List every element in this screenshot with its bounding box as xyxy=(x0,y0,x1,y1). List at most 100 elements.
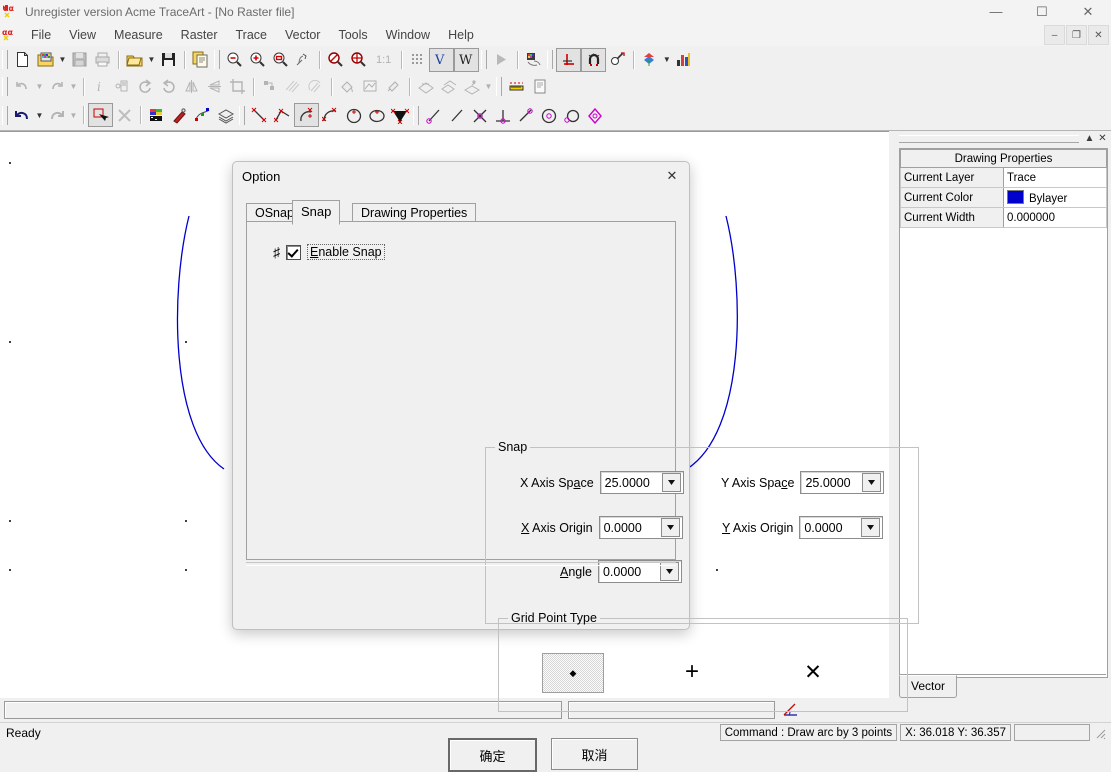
y-axis-origin-combo[interactable]: 0.0000 xyxy=(799,516,883,539)
open-vector-dropdown-arrow[interactable]: ▼ xyxy=(146,49,157,71)
snap-tangent-button[interactable] xyxy=(514,104,537,126)
smooth-button[interactable] xyxy=(281,76,304,98)
despeckle-button[interactable] xyxy=(258,76,281,98)
menu-file[interactable]: File xyxy=(22,25,60,45)
minimize-button[interactable]: — xyxy=(973,0,1019,23)
toolbar-grip[interactable] xyxy=(2,106,8,125)
menu-measure[interactable]: Measure xyxy=(105,25,172,45)
panel-collapse-icon[interactable]: ▲ xyxy=(1083,132,1096,145)
mdi-restore-button[interactable]: ❐ xyxy=(1066,25,1087,45)
menu-help[interactable]: Help xyxy=(439,25,483,45)
toolbar-grip[interactable] xyxy=(547,50,553,69)
y-axis-space-combo[interactable]: 25.0000 xyxy=(800,471,884,494)
toolbar-grip[interactable] xyxy=(413,106,419,125)
chevron-down-icon[interactable] xyxy=(661,518,680,537)
edit-nodes-button[interactable] xyxy=(191,104,214,126)
toolbar-grip[interactable] xyxy=(481,50,487,69)
zoom-out-button[interactable] xyxy=(223,49,246,71)
grid-point-type-x-option[interactable]: ✕ xyxy=(794,653,832,691)
zoom-extents-button[interactable] xyxy=(324,49,347,71)
print-image-button[interactable] xyxy=(91,49,114,71)
menu-window[interactable]: Window xyxy=(377,25,439,45)
chevron-down-icon[interactable] xyxy=(861,518,880,537)
layers-button[interactable] xyxy=(638,49,661,71)
vector-redo-dropdown-arrow[interactable]: ▼ xyxy=(68,104,79,126)
vector-redo-button[interactable] xyxy=(45,104,68,126)
snap-perpendicular-button[interactable] xyxy=(491,104,514,126)
row-value[interactable]: Trace xyxy=(1004,168,1107,188)
report-button[interactable] xyxy=(528,76,551,98)
draw-arc-3-points-button[interactable] xyxy=(294,103,319,127)
layers-dropdown-arrow[interactable]: ▼ xyxy=(661,49,672,71)
dialog-title-bar[interactable]: Option ✕ xyxy=(233,162,689,190)
zoom-center-button[interactable] xyxy=(347,49,370,71)
draw-triangle-button[interactable] xyxy=(388,104,411,126)
thin-button[interactable] xyxy=(304,76,327,98)
redo-dropdown-arrow[interactable]: ▼ xyxy=(68,76,79,98)
tab-snap[interactable]: Snap xyxy=(292,200,340,225)
layer-color-button[interactable] xyxy=(145,104,168,126)
rotate-left-button[interactable] xyxy=(157,76,180,98)
erase-area-button[interactable] xyxy=(359,76,382,98)
panel-close-icon[interactable]: ✕ xyxy=(1096,132,1109,145)
draw-line-button[interactable] xyxy=(248,104,271,126)
cancel-button[interactable]: 取消 xyxy=(551,738,638,770)
toolbar-grip[interactable] xyxy=(2,77,8,96)
menu-tools[interactable]: Tools xyxy=(329,25,376,45)
toolbar-grip[interactable] xyxy=(214,50,220,69)
row-value[interactable]: Bylayer xyxy=(1004,188,1107,208)
transform-dropdown-arrow[interactable]: ▼ xyxy=(483,76,494,98)
save-vector-button[interactable] xyxy=(157,49,180,71)
toolbar-grip[interactable] xyxy=(239,106,245,125)
row-value[interactable]: 0.000000 xyxy=(1004,208,1107,228)
open-image-button[interactable] xyxy=(34,49,57,71)
fill-area-button[interactable] xyxy=(336,76,359,98)
ok-button[interactable]: 确定 xyxy=(448,738,537,772)
panel-caption-bar[interactable]: ▲ ✕ xyxy=(891,131,1111,146)
toolbar-grip[interactable] xyxy=(496,77,502,96)
open-vector-button[interactable] xyxy=(123,49,146,71)
histogram-button[interactable] xyxy=(672,49,695,71)
crop-button[interactable] xyxy=(226,76,249,98)
vector-undo-dropdown-arrow[interactable]: ▼ xyxy=(34,104,45,126)
paint-button[interactable] xyxy=(382,76,405,98)
panel-grip[interactable] xyxy=(899,135,1079,143)
tab-drawing-properties[interactable]: Drawing Properties xyxy=(352,203,476,223)
vector-view-button[interactable]: V xyxy=(429,48,454,72)
close-button[interactable]: ✕ xyxy=(1065,0,1111,23)
transform-button[interactable] xyxy=(460,76,483,98)
flip-vertical-button[interactable] xyxy=(203,76,226,98)
mdi-minimize-button[interactable]: – xyxy=(1044,25,1065,45)
toolbar-grip[interactable] xyxy=(2,50,8,69)
menu-vector[interactable]: Vector xyxy=(276,25,329,45)
trace-settings-button[interactable] xyxy=(522,49,545,71)
invert-raster-button[interactable] xyxy=(111,76,134,98)
deskew-button[interactable] xyxy=(414,76,437,98)
wireframe-view-button[interactable]: W xyxy=(454,48,479,72)
zoom-in-button[interactable] xyxy=(246,49,269,71)
redo-button[interactable] xyxy=(45,76,68,98)
select-pointer-button[interactable] xyxy=(88,103,113,127)
new-file-button[interactable] xyxy=(11,49,34,71)
grid-point-type-cross-option[interactable]: + xyxy=(673,653,711,691)
menu-trace[interactable]: Trace xyxy=(227,25,277,45)
snap-quadrant-button[interactable] xyxy=(560,104,583,126)
enable-snap-row[interactable]: ♯ Enable Snap xyxy=(273,244,385,260)
zoom-window-button[interactable] xyxy=(269,49,292,71)
undo-button[interactable] xyxy=(11,76,34,98)
mdi-close-button[interactable]: ✕ xyxy=(1088,25,1109,45)
vector-undo-button[interactable] xyxy=(11,104,34,126)
draw-arc-button[interactable] xyxy=(319,104,342,126)
snap-intersection-button[interactable] xyxy=(468,104,491,126)
menu-view[interactable]: View xyxy=(60,25,105,45)
group-button[interactable] xyxy=(214,104,237,126)
run-trace-button[interactable] xyxy=(490,49,513,71)
flip-horizontal-button[interactable] xyxy=(180,76,203,98)
table-row[interactable]: Current Width 0.000000 xyxy=(901,208,1107,228)
raster-info-button[interactable]: i xyxy=(88,76,111,98)
save-image-button[interactable] xyxy=(68,49,91,71)
x-axis-space-combo[interactable]: 25.0000 xyxy=(600,471,684,494)
x-axis-origin-combo[interactable]: 0.0000 xyxy=(599,516,683,539)
snap-settings-button[interactable] xyxy=(606,49,629,71)
enable-snap-label[interactable]: Enable Snap xyxy=(307,244,385,260)
